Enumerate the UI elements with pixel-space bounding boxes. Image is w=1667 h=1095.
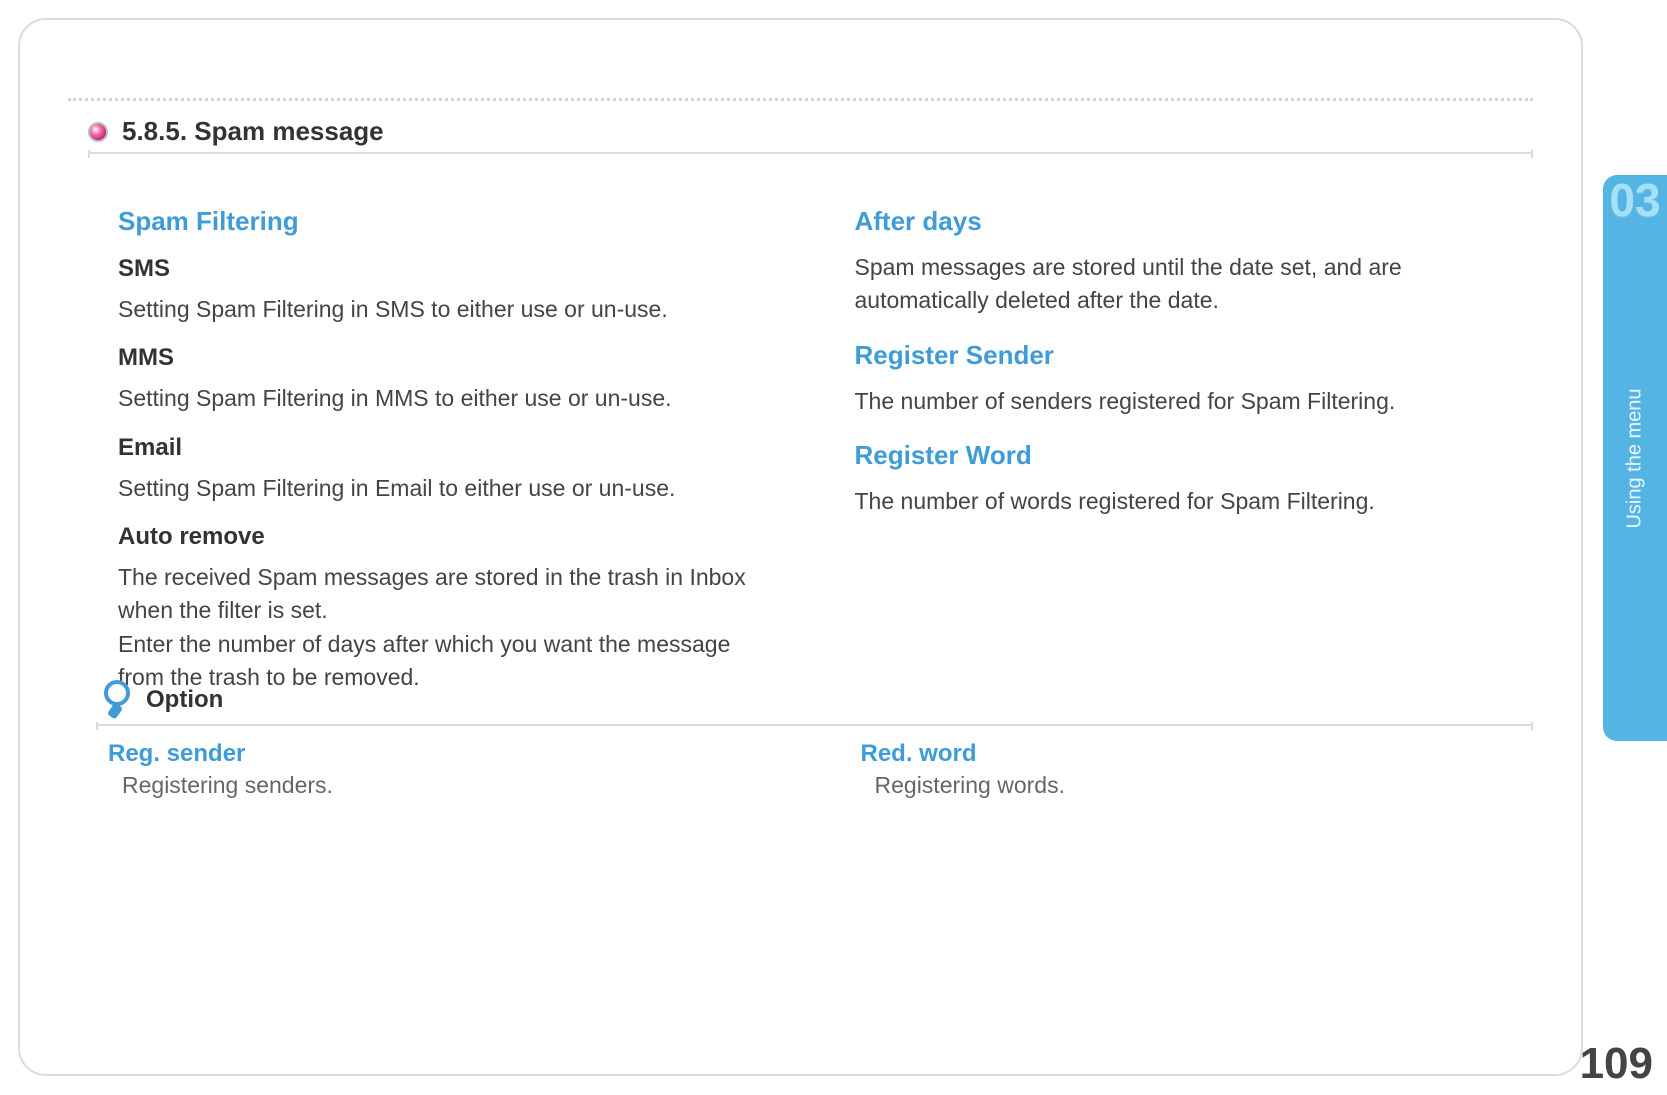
- body-auto-remove-1: The received Spam messages are stored in…: [118, 561, 775, 628]
- option-rule: [96, 724, 1533, 726]
- option-red-word-heading: Red. word: [861, 740, 1534, 768]
- body-after-days: Spam messages are stored until the date …: [855, 251, 1512, 318]
- section-name: Spam message: [194, 116, 383, 146]
- bullet-icon: [88, 122, 108, 142]
- right-column: After days Spam messages are stored unti…: [855, 200, 1512, 694]
- heading-spam-filtering: Spam Filtering: [118, 206, 775, 237]
- content-columns: Spam Filtering SMS Setting Spam Filterin…: [118, 200, 1511, 694]
- page-number: 109: [1580, 1039, 1653, 1089]
- option-reg-sender-body: Registering senders.: [122, 772, 781, 799]
- heading-register-word: Register Word: [855, 440, 1512, 471]
- section-number: 5.8.5.: [122, 116, 187, 146]
- option-title: Option: [146, 686, 223, 716]
- option-col-1: Reg. sender Registering senders.: [108, 740, 781, 799]
- option-reg-sender-heading: Reg. sender: [108, 740, 781, 768]
- heading-after-days: After days: [855, 206, 1512, 237]
- body-register-sender: The number of senders registered for Spa…: [855, 385, 1512, 418]
- option-col-2: Red. word Registering words.: [861, 740, 1534, 799]
- section-title: 5.8.5. Spam message: [122, 116, 384, 147]
- heading-register-sender: Register Sender: [855, 340, 1512, 371]
- chapter-label: Using the menu: [1624, 388, 1647, 528]
- side-label-wrap: Using the menu: [1603, 175, 1667, 741]
- section-header: 5.8.5. Spam message: [88, 116, 384, 147]
- body-email: Setting Spam Filtering in Email to eithe…: [118, 472, 775, 505]
- left-column: Spam Filtering SMS Setting Spam Filterin…: [118, 200, 775, 694]
- magnifier-icon: [102, 680, 138, 716]
- heading-auto-remove: Auto remove: [118, 523, 775, 551]
- heading-mms: MMS: [118, 344, 775, 372]
- heading-sms: SMS: [118, 255, 775, 283]
- section-rule: [88, 152, 1533, 154]
- body-sms: Setting Spam Filtering in SMS to either …: [118, 293, 775, 326]
- option-columns: Reg. sender Registering senders. Red. wo…: [108, 740, 1533, 799]
- heading-email: Email: [118, 434, 775, 462]
- option-header: Option: [102, 680, 1533, 716]
- option-red-word-body: Registering words.: [875, 772, 1534, 799]
- side-tab: 03 Using the menu: [1603, 175, 1667, 741]
- page-frame: 5.8.5. Spam message Spam Filtering SMS S…: [18, 18, 1583, 1076]
- dotted-divider: [68, 98, 1533, 101]
- body-register-word: The number of words registered for Spam …: [855, 485, 1512, 518]
- body-mms: Setting Spam Filtering in MMS to either …: [118, 382, 775, 415]
- option-block: Option Reg. sender Registering senders. …: [102, 680, 1533, 799]
